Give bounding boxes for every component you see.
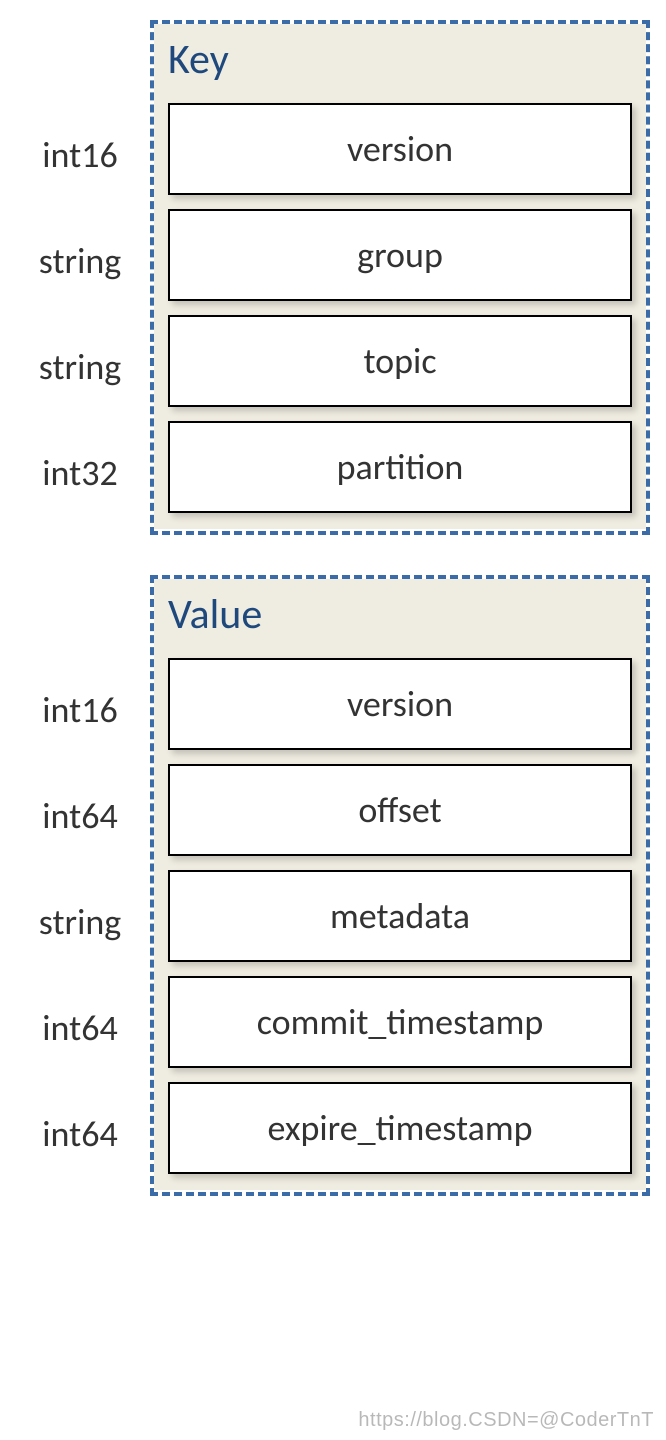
- key-types-column: int16 string string int32: [10, 20, 150, 535]
- field-box: metadata: [168, 870, 632, 962]
- field-box: group: [168, 209, 632, 301]
- type-label: int16: [10, 664, 150, 756]
- field-box: commit_timestamp: [168, 976, 632, 1068]
- field-box: topic: [168, 315, 632, 407]
- key-panel-title: Key: [154, 24, 646, 97]
- field-box: version: [168, 658, 632, 750]
- field-box: offset: [168, 764, 632, 856]
- type-label: int16: [10, 109, 150, 201]
- type-label: int32: [10, 427, 150, 519]
- key-panel-body: version group topic partition: [154, 97, 646, 529]
- type-label: string: [10, 876, 150, 968]
- type-label: int64: [10, 770, 150, 862]
- value-panel: Value version offset metadata commit_tim…: [150, 575, 650, 1196]
- value-section: int16 int64 string int64 int64 Value ver…: [10, 575, 656, 1196]
- field-box: partition: [168, 421, 632, 513]
- value-types-column: int16 int64 string int64 int64: [10, 575, 150, 1196]
- key-panel: Key version group topic partition: [150, 20, 650, 535]
- type-label: string: [10, 215, 150, 307]
- watermark-text: https://blog.CSDN=@CoderTnT: [358, 1409, 654, 1432]
- key-section: int16 string string int32 Key version gr…: [10, 20, 656, 535]
- type-label: string: [10, 321, 150, 413]
- value-panel-title: Value: [154, 579, 646, 652]
- field-box: version: [168, 103, 632, 195]
- type-label: int64: [10, 1088, 150, 1180]
- value-panel-body: version offset metadata commit_timestamp…: [154, 652, 646, 1190]
- field-box: expire_timestamp: [168, 1082, 632, 1174]
- section-spacer: [10, 535, 656, 575]
- type-label: int64: [10, 982, 150, 1074]
